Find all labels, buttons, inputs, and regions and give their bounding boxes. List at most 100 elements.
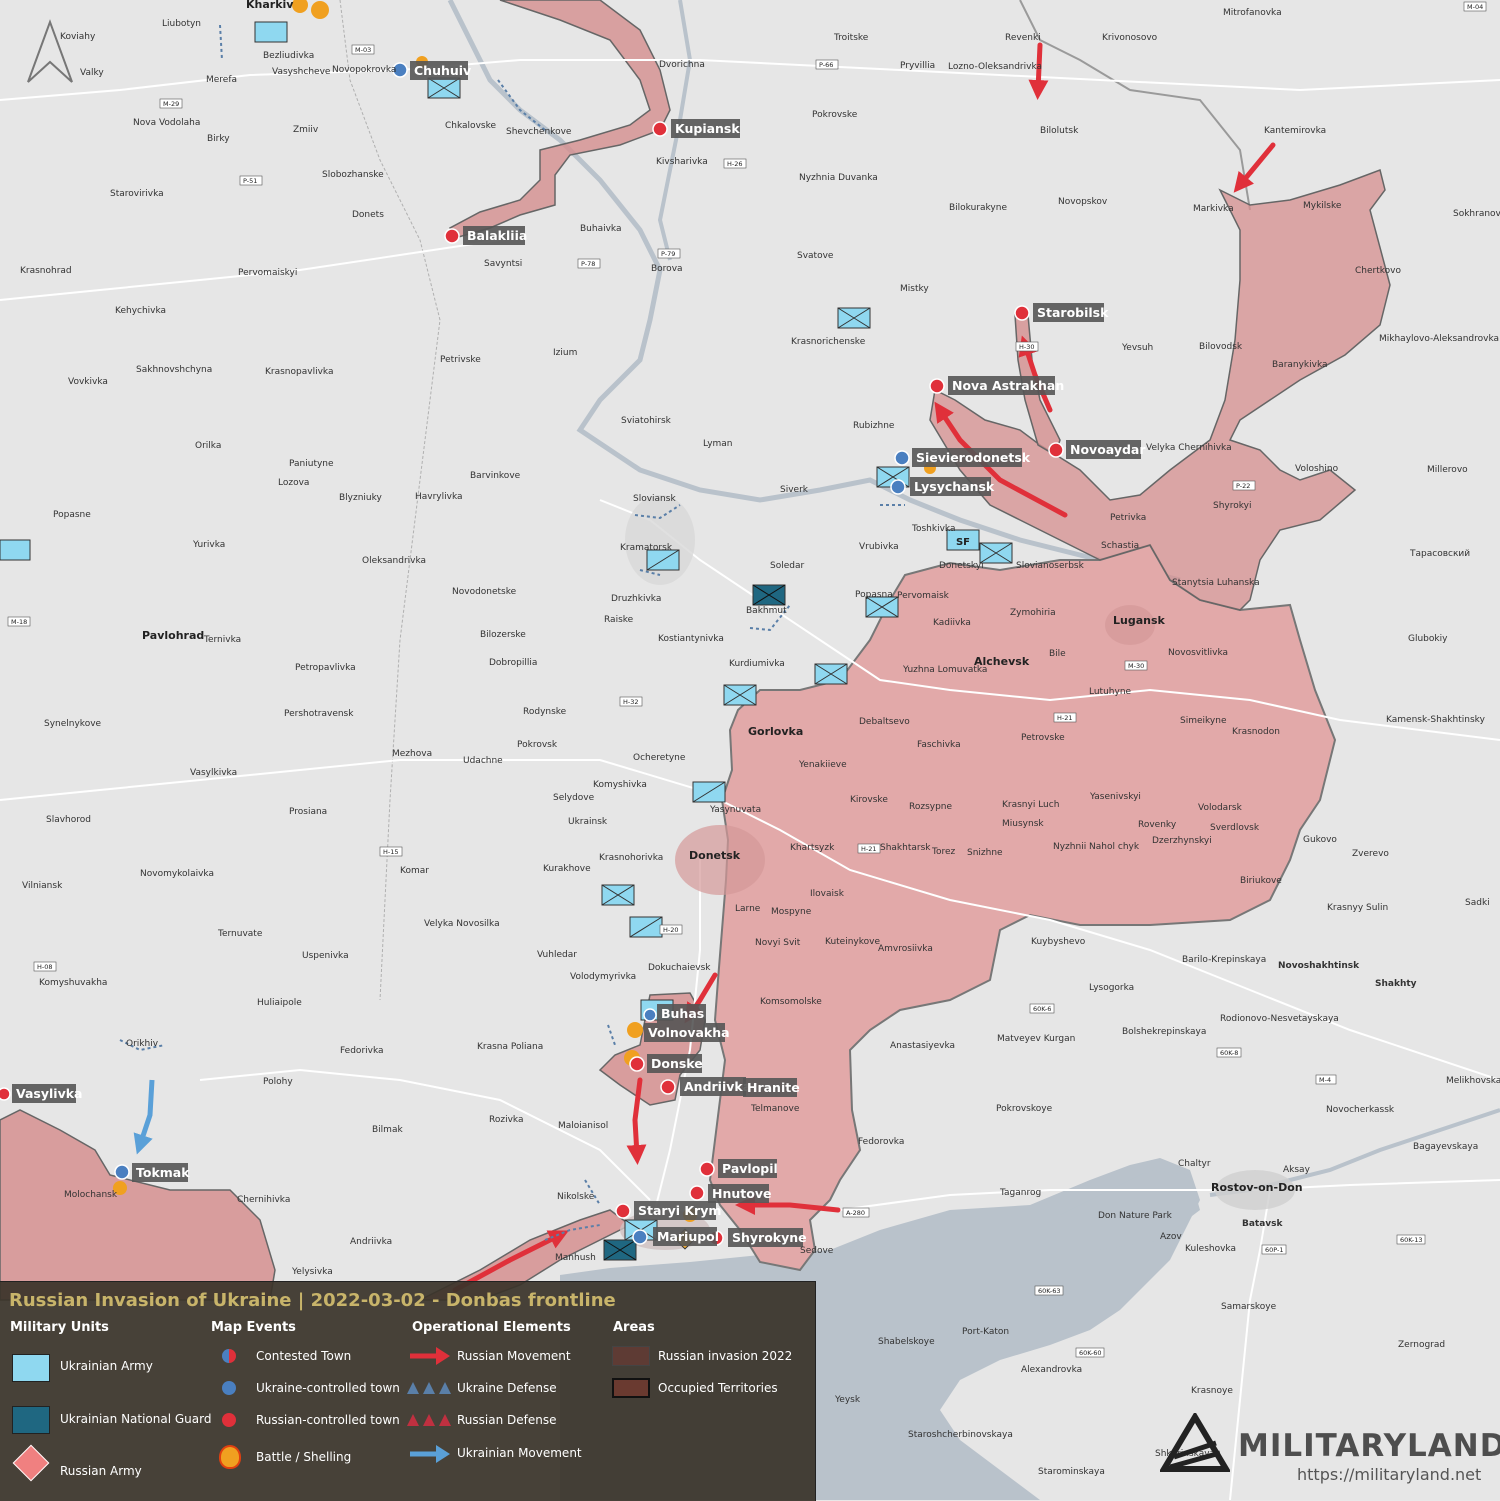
svg-text:SF: SF bbox=[956, 537, 970, 548]
town-label-krasnorichenske: Krasnorichenske bbox=[791, 337, 866, 347]
town-label-selydove: Selydove bbox=[553, 793, 595, 803]
map-canvas[interactable]: SF Chuhuiv Kupiansk Balakliia Starobilsk… bbox=[0, 0, 1500, 1500]
town-label-popasne-w: Popasne bbox=[53, 510, 91, 520]
town-label-nova-vodolaha: Nova Vodolaha bbox=[133, 118, 200, 128]
town-label-miusynsk: Miusynsk bbox=[1002, 819, 1044, 829]
town-label-kadiivka: Kadiivka bbox=[933, 618, 971, 628]
unit-infantry-icon[interactable] bbox=[254, 21, 288, 43]
unit-infantry-icon[interactable] bbox=[979, 542, 1013, 564]
town-label-synelnykove: Synelnykove bbox=[44, 719, 102, 729]
town-label-maloiansol: Maloianisol bbox=[558, 1121, 608, 1131]
legend-heading-areas: Areas bbox=[613, 1320, 655, 1335]
town-label-pervomaiskyi: Pervomaiskyi bbox=[238, 268, 297, 278]
unit-infantry-icon[interactable] bbox=[814, 663, 848, 685]
unit-infantry-icon[interactable] bbox=[692, 781, 726, 803]
town-label-fedorivka: Fedorivka bbox=[340, 1046, 384, 1056]
fire-icon bbox=[627, 1022, 643, 1038]
town-label-borova: Borova bbox=[651, 264, 683, 274]
town-label-pokrovske: Pokrovske bbox=[812, 110, 858, 120]
road-shield-label: H-20 bbox=[663, 926, 679, 934]
town-label-mitrofanovka: Mitrofanovka bbox=[1223, 8, 1282, 18]
town-label-krasnyi-luch: Krasnyi Luch bbox=[1002, 800, 1059, 810]
road-shield-label: H-21 bbox=[1057, 714, 1073, 722]
town-label-krasnodon: Krasnodon bbox=[1232, 727, 1280, 737]
city-label-sievierodonetsk: Sievierodonetsk bbox=[916, 450, 1031, 465]
town-label-krasnyi-sulin: Krasnyy Sulin bbox=[1327, 903, 1388, 913]
town-label-rovenky: Rovenky bbox=[1138, 820, 1177, 830]
town-label-prosiana: Prosiana bbox=[289, 807, 327, 817]
town-label-dvorichna: Dvorichna bbox=[659, 60, 705, 70]
town-label-koviahy: Koviahy bbox=[60, 32, 96, 42]
ukrainian-movement-arrow-icon bbox=[410, 1445, 450, 1463]
city-label-tokmak: Tokmak bbox=[136, 1165, 190, 1180]
town-label-fedorovka: Fedorovka bbox=[858, 1137, 904, 1147]
city-label-buhas: Buhas bbox=[661, 1006, 704, 1021]
town-label-uspenivka: Uspenivka bbox=[302, 951, 349, 961]
road-shield-label: A-280 bbox=[846, 1209, 865, 1217]
town-label-starobesheve: Novyi Svit bbox=[755, 938, 801, 948]
town-label-vilnianks: Vilniansk bbox=[22, 881, 63, 891]
russian-defense-icon bbox=[407, 1414, 451, 1426]
town-label-shchastia: Schastia bbox=[1101, 541, 1139, 551]
town-label-sverdlovsk: Sverdlovsk bbox=[1210, 823, 1260, 833]
town-label-voloshino: Voloshino bbox=[1295, 464, 1339, 474]
unit-national-guard-icon[interactable] bbox=[752, 584, 786, 606]
town-label-milove: Millerovo bbox=[1427, 465, 1468, 475]
town-label-petrovske: Petrovske bbox=[1021, 733, 1065, 743]
town-label-velyka-novosilka: Velyka Novosilka bbox=[424, 919, 500, 929]
legend-item-russian-defense: Russian Defense bbox=[457, 1413, 557, 1427]
town-label-ocheretyne: Ocheretyne bbox=[633, 753, 686, 763]
town-label-rostov: Rostov-on-Don bbox=[1211, 1181, 1303, 1194]
unit-infantry-icon[interactable] bbox=[427, 77, 461, 99]
town-label-raiske: Raiske bbox=[604, 615, 634, 625]
unit-infantry-icon[interactable] bbox=[865, 596, 899, 618]
town-label-ilovaisk: Ilovaisk bbox=[810, 889, 845, 899]
town-label-port-katon: Port-Katon bbox=[962, 1327, 1009, 1337]
town-label-aksay: Aksay bbox=[1283, 1165, 1311, 1175]
unit-infantry-icon[interactable] bbox=[646, 549, 680, 571]
city-label-chuhuiv: Chuhuiv bbox=[414, 63, 471, 78]
legend-swatch-occupied bbox=[612, 1378, 650, 1398]
road-shield-label: M-04 bbox=[1467, 3, 1483, 11]
unit-infantry-icon[interactable] bbox=[837, 307, 871, 329]
road-shield-label: P-51 bbox=[243, 177, 257, 185]
town-label-donets: Donets bbox=[352, 210, 384, 220]
road-shield-label: H-30 bbox=[1019, 343, 1035, 351]
unit-infantry-icon[interactable] bbox=[723, 684, 757, 706]
town-label-ternivka: Ternivka bbox=[203, 635, 241, 645]
city-label-novoaydar: Novoaydar bbox=[1070, 442, 1146, 457]
unit-infantry-icon[interactable] bbox=[601, 884, 635, 906]
town-label-rodionovo: Rodionovo-Nesvetayskaya bbox=[1220, 1014, 1339, 1024]
town-label-blyzniuky: Blyzniuky bbox=[339, 493, 383, 503]
city-label-starobilsk: Starobilsk bbox=[1037, 305, 1109, 320]
fire-icon bbox=[219, 1445, 241, 1469]
town-label-petrivske: Petrivske bbox=[440, 355, 481, 365]
legend-item-ukraine-town: Ukraine-controlled town bbox=[256, 1381, 400, 1395]
legend-swatch-invasion-2022 bbox=[612, 1346, 650, 1366]
town-label-kramatorsk: Kramatorsk bbox=[620, 543, 673, 553]
road-shield-label: 60K-13 bbox=[1400, 1236, 1422, 1244]
town-label-pershotravensk: Pershotravensk bbox=[284, 709, 354, 719]
russian-town-icon bbox=[222, 1413, 236, 1427]
town-label-ukrainsk: Ukrainsk bbox=[568, 817, 608, 827]
town-label-bilmak: Bilmak bbox=[372, 1125, 403, 1135]
town-label-staroshcherbinovskaya: Staroshcherbinovskaya bbox=[908, 1430, 1013, 1440]
town-label-lyman: Lyman bbox=[703, 439, 733, 449]
town-label-novosvitlivka: Novosvitlivka bbox=[1168, 648, 1228, 658]
unit-infantry-icon[interactable] bbox=[629, 916, 663, 938]
road-shield-label: M-29 bbox=[163, 100, 179, 108]
town-label-zverevo: Zverevo bbox=[1352, 849, 1389, 859]
legend-item-russian-army: Russian Army bbox=[60, 1464, 142, 1478]
town-label-don-nature: Don Nature Park bbox=[1098, 1211, 1173, 1221]
town-label-kuteinykove: Kuteinykove bbox=[825, 937, 880, 947]
unit-infantry-icon[interactable] bbox=[0, 539, 31, 561]
town-label-toshkivka: Toshkivka bbox=[911, 524, 955, 534]
town-label-vasyshcheve: Vasyshcheve bbox=[272, 67, 331, 77]
brand-url[interactable]: https://militaryland.net bbox=[1297, 1465, 1481, 1484]
unit-national-guard-icon[interactable] bbox=[603, 1239, 637, 1261]
town-label-revenki: Revenki bbox=[1005, 33, 1041, 43]
town-label-buhaivka: Buhaivka bbox=[580, 224, 622, 234]
town-label-larne: Larne bbox=[735, 904, 761, 914]
town-label-yuzhna-lomuvatka: Yuzhna Lomuvatka bbox=[902, 665, 987, 675]
town-label-kurdiumivka: Kurdiumivka bbox=[729, 659, 785, 669]
